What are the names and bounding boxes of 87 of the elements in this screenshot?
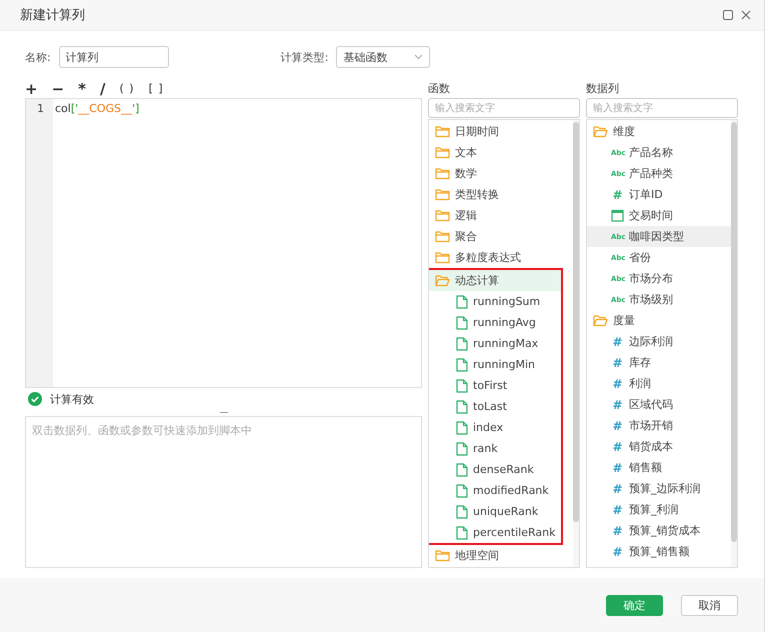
number-type-icon: # (611, 544, 624, 558)
tree-item[interactable]: # 预算_利润 (587, 499, 731, 520)
scrollbar[interactable] (731, 120, 737, 567)
document-icon (456, 378, 468, 392)
operator-button[interactable]: / (100, 80, 106, 98)
tree-item[interactable]: rank (429, 438, 561, 459)
tree-item[interactable]: # 区域代码 (587, 394, 731, 415)
tree-item[interactable]: uniqueRank (429, 501, 561, 522)
tree-item[interactable]: # 预算_销货成本 (587, 520, 731, 541)
window-title: 新建计算列 (20, 7, 86, 24)
name-field[interactable]: 计算列 (58, 46, 169, 68)
close-icon[interactable] (741, 10, 751, 20)
tree-item[interactable]: 文本 (429, 142, 573, 163)
document-icon (456, 294, 468, 308)
number-type-icon: # (611, 524, 624, 538)
tree-item[interactable]: 维度 (587, 121, 731, 142)
tree-item[interactable]: toFirst (429, 375, 561, 396)
number-type-icon: # (611, 502, 624, 516)
panel-title: 函数 (428, 81, 451, 97)
chevron-down-icon (414, 54, 424, 60)
operator-button[interactable]: ( ) (120, 80, 135, 98)
tree-item[interactable]: 数学 (429, 163, 573, 184)
tree-item[interactable]: runningMin (429, 354, 561, 375)
tree-item[interactable]: percentileRank (429, 522, 561, 543)
tree-item[interactable]: # 利润 (587, 373, 731, 394)
code-line: col['__COGS__'] (54, 101, 140, 117)
search-field[interactable]: 输入搜索文字 (586, 98, 738, 118)
tree-item[interactable]: 动态计算 (429, 270, 561, 291)
tree-item[interactable]: 逻辑 (429, 205, 573, 226)
field-label: 计算类型: (280, 50, 328, 64)
calendar-icon (611, 209, 624, 222)
operator-button[interactable]: * (78, 80, 86, 98)
tree-item[interactable]: # 销货成本 (587, 436, 731, 457)
tree-item[interactable]: runningMax (429, 333, 561, 354)
panel-title: 数据列 (586, 81, 620, 97)
field-label: 名称: (25, 50, 51, 64)
number-type-icon: # (611, 398, 624, 412)
tree-item[interactable]: 多粒度表达式 (429, 247, 573, 268)
tree-item[interactable]: 交易时间 (587, 205, 731, 226)
number-type-icon: # (611, 188, 624, 202)
document-icon (456, 358, 468, 372)
tree-item[interactable]: index (429, 417, 561, 438)
maximize-icon[interactable] (723, 10, 733, 20)
status-text: 计算有效 (50, 392, 94, 406)
tree-item[interactable]: 度量 (587, 310, 731, 331)
document-icon (456, 400, 468, 414)
tree-item[interactable]: 地理空间 (429, 545, 573, 566)
document-icon (456, 462, 468, 476)
tree-item[interactable]: runningSum (429, 291, 561, 312)
number-type-icon: # (611, 482, 624, 496)
operator-button[interactable]: + (25, 80, 38, 98)
tree-item[interactable]: 聚合 (429, 226, 573, 247)
tree-item[interactable]: # 边际利润 (587, 331, 731, 352)
number-type-icon: # (611, 440, 624, 454)
tree-item[interactable]: # 预算_边际利润 (587, 478, 731, 499)
operator-button[interactable]: [ ] (148, 80, 164, 98)
operator-button[interactable]: − (52, 80, 64, 98)
cancel-button[interactable]: 取消 (681, 594, 738, 616)
tree-item[interactable]: 日期时间 (429, 121, 573, 142)
document-icon (456, 484, 468, 498)
tree-item[interactable]: runningAvg (429, 312, 561, 333)
calc-type-dropdown[interactable]: 基础函数 (336, 46, 430, 68)
number-type-icon: # (611, 418, 624, 432)
tree-item[interactable]: modifiedRank (429, 480, 561, 501)
number-type-icon: # (611, 334, 624, 348)
search-field[interactable]: 输入搜索文字 (428, 98, 580, 118)
tree-item[interactable]: # 市场开销 (587, 415, 731, 436)
tree-item[interactable]: denseRank (429, 459, 561, 480)
tree-item[interactable]: toLast (429, 396, 561, 417)
number-type-icon: # (611, 460, 624, 474)
code-editor[interactable]: 1 col['__COGS__'] (25, 98, 422, 388)
tree-item[interactable]: # 销售额 (587, 457, 731, 478)
document-icon (456, 336, 468, 350)
tree-item[interactable]: 类型转换 (429, 184, 573, 205)
tree-item[interactable]: # 订单ID (587, 184, 731, 205)
document-icon (456, 420, 468, 434)
number-type-icon: # (611, 376, 624, 390)
number-type-icon: # (611, 356, 624, 370)
script-hint-field[interactable]: 双击数据列、函数或参数可快速添加到脚本中 (25, 416, 422, 568)
document-icon (456, 442, 468, 456)
document-icon (456, 504, 468, 518)
document-icon (456, 526, 468, 540)
tree-item[interactable]: # 库存 (587, 352, 731, 373)
scrollbar[interactable] (573, 120, 579, 567)
document-icon (456, 316, 468, 330)
tree-item[interactable]: # 预算_销售额 (587, 541, 731, 562)
line-number: 1 (36, 101, 45, 117)
